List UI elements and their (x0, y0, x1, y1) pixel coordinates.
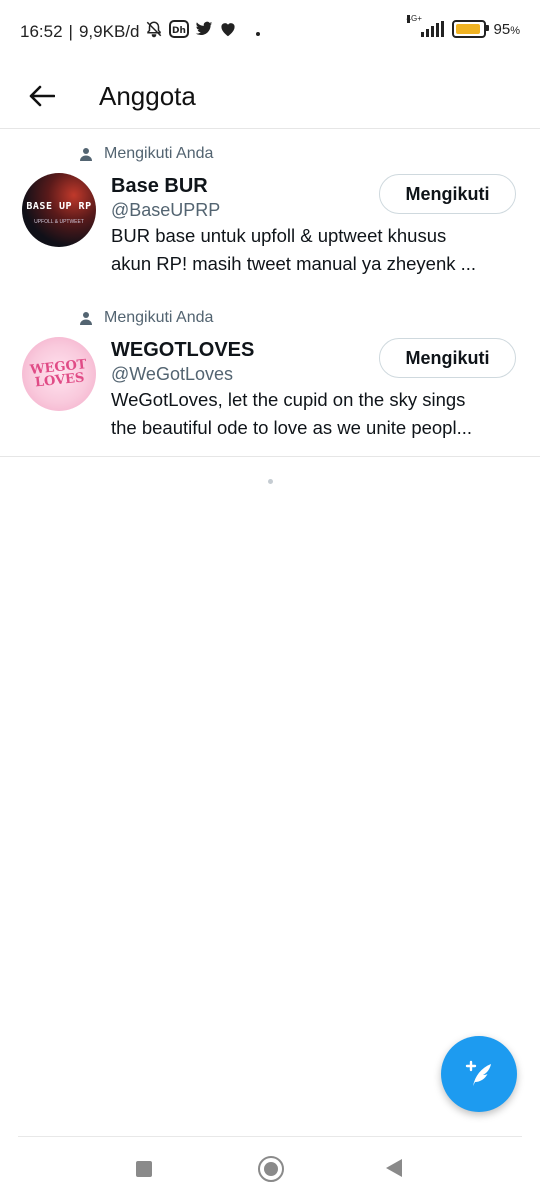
avatar-text: BASE UP RP (26, 201, 92, 212)
follows-you-indicator: Mengikuti Anda (80, 145, 213, 163)
follows-you-indicator: Mengikuti Anda (80, 309, 213, 327)
member-name[interactable]: Base BUR (111, 175, 208, 198)
avatar-text: WEGOT LOVES (22, 357, 96, 391)
battery-level (455, 24, 481, 34)
dot-icon (255, 22, 261, 42)
status-left: 16:52 | 9,9KB/d Dh (20, 20, 261, 43)
bio-line: the beautiful ode to love as we unite pe… (111, 417, 473, 438)
bio-line: WeGotLoves, let the cupid on the sky sin… (111, 389, 466, 410)
compose-tweet-button[interactable] (441, 1036, 517, 1112)
member-name[interactable]: WEGOTLOVES (111, 339, 254, 362)
member-handle: @BaseUPRP (111, 200, 221, 220)
disney-hotstar-icon: Dh (169, 20, 190, 43)
separator: | (68, 21, 73, 41)
status-right: 4G+ 95% (406, 15, 520, 38)
page-title: Anggota (99, 81, 196, 111)
network-type: 4G+ (406, 14, 422, 23)
back-icon[interactable] (386, 1159, 402, 1177)
arrow-left-icon (29, 85, 55, 107)
member-row[interactable]: Mengikuti Anda BASE UP RP UPFOLL & UPTWE… (0, 145, 540, 285)
following-button[interactable]: Mengikuti (379, 174, 516, 214)
system-nav-bar (18, 1136, 522, 1201)
status-bar: 16:52 | 9,9KB/d Dh 4G+ 95% (0, 0, 540, 64)
member-bio: BUR base untuk upfoll & uptweet khusus a… (111, 222, 516, 278)
svg-text:Dh: Dh (173, 26, 187, 36)
member-bio: WeGotLoves, let the cupid on the sky sin… (111, 386, 516, 442)
member-row[interactable]: Mengikuti Anda WEGOT LOVES WEGOTLOVES @W… (0, 309, 540, 449)
twitter-bird-icon (195, 21, 213, 42)
clock: 16:52 (20, 21, 63, 41)
avatar-subtext: UPFOLL & UPTWEET (34, 219, 84, 225)
home-icon[interactable] (258, 1156, 284, 1182)
follows-you-label: Mengikuti Anda (104, 309, 214, 326)
loading-indicator (268, 479, 273, 484)
app-header: Anggota (0, 64, 540, 129)
battery-percent-unit: % (510, 24, 520, 37)
battery-percent: 95% (494, 21, 520, 38)
battery-icon (451, 20, 489, 38)
avatar[interactable]: BASE UP RP UPFOLL & UPTWEET (22, 173, 96, 247)
following-button[interactable]: Mengikuti (379, 338, 516, 378)
battery-percent-value: 95 (493, 20, 511, 38)
back-button[interactable] (22, 76, 62, 116)
network-speed: 9,9KB/d (78, 21, 140, 41)
person-icon (80, 312, 92, 325)
avatar[interactable]: WEGOT LOVES (22, 337, 96, 411)
heart-icon (219, 21, 237, 42)
compose-feather-icon (465, 1060, 491, 1086)
signal-icon: 4G+ (406, 15, 444, 37)
list-divider (0, 456, 540, 457)
bell-off-icon (145, 20, 163, 43)
person-icon (80, 148, 92, 161)
bio-line: BUR base untuk upfoll & uptweet khusus (111, 225, 447, 246)
bio-line: akun RP! masih tweet manual ya zheyenk .… (111, 253, 477, 274)
member-handle: @WeGotLoves (111, 364, 233, 384)
follows-you-label: Mengikuti Anda (104, 145, 214, 162)
recent-apps-icon[interactable] (136, 1161, 152, 1177)
